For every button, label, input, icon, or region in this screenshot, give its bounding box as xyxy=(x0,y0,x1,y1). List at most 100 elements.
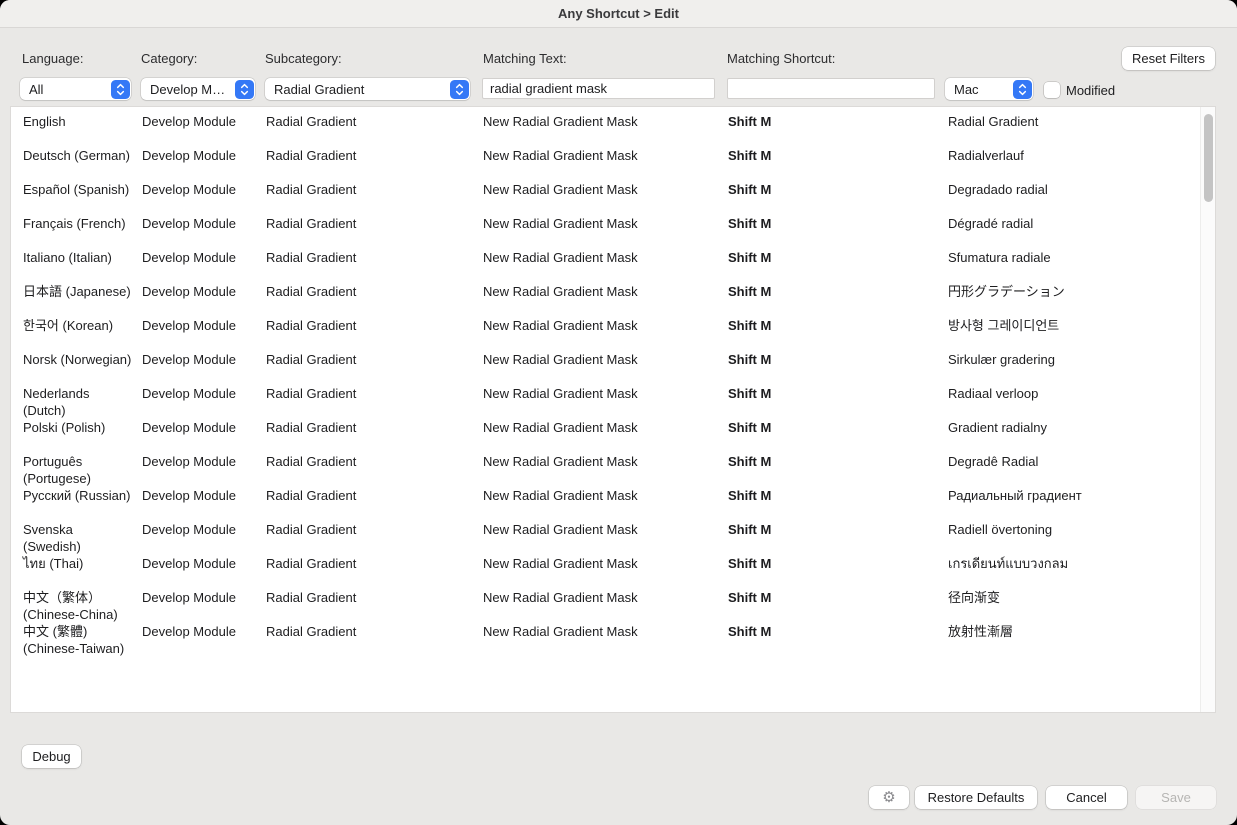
platform-select[interactable]: Mac xyxy=(945,78,1033,100)
table-row[interactable]: Italiano (Italian) Develop Module Radial… xyxy=(11,243,1215,277)
cell-category: Develop Module xyxy=(142,488,236,503)
stepper-icon xyxy=(234,79,254,99)
cell-shortcut: Shift M xyxy=(728,148,772,163)
cell-language: ไทย (Thai) xyxy=(23,556,84,571)
cell-shortcut: Shift M xyxy=(728,454,772,469)
table-row[interactable]: ไทย (Thai) Develop Module Radial Gradien… xyxy=(11,549,1215,583)
table-row[interactable]: 한국어 (Korean) Develop Module Radial Gradi… xyxy=(11,311,1215,345)
table-row[interactable]: Русский (Russian) Develop Module Radial … xyxy=(11,481,1215,515)
cell-language: 한국어 (Korean) xyxy=(23,318,114,333)
cell-translated-name: Radiell övertoning xyxy=(948,522,1053,537)
cell-translated-name: 円形グラデーション xyxy=(948,284,1065,299)
cell-category: Develop Module xyxy=(142,182,236,197)
cell-language: 中文 (繁體) (Chinese-Taiwan) xyxy=(23,624,125,656)
cell-translated-name: Gradient radialny xyxy=(948,420,1047,435)
cell-language: Italiano (Italian) xyxy=(23,250,112,265)
category-select[interactable]: Develop Module xyxy=(141,78,255,100)
cell-subcategory: Radial Gradient xyxy=(266,250,357,265)
cell-category: Develop Module xyxy=(142,420,236,435)
shortcut-editor-dialog: Any Shortcut > Edit Language: Category: … xyxy=(0,0,1237,825)
language-label: Language: xyxy=(22,51,84,66)
cell-subcategory: Radial Gradient xyxy=(266,148,357,163)
cell-translated-name: Degradê Radial xyxy=(948,454,1039,469)
settings-button[interactable]: ⚙ xyxy=(869,786,909,809)
cell-language: 中文（繁体） (Chinese-China) xyxy=(23,590,118,622)
cell-translated-name: Sirkulær gradering xyxy=(948,352,1055,367)
cell-matching-text: New Radial Gradient Mask xyxy=(483,114,638,129)
cell-language: 日本語 (Japanese) xyxy=(23,284,131,299)
table-row[interactable]: Français (French) Develop Module Radial … xyxy=(11,209,1215,243)
cell-translated-name: Radiaal verloop xyxy=(948,386,1039,401)
cell-category: Develop Module xyxy=(142,556,236,571)
cell-shortcut: Shift M xyxy=(728,590,772,605)
matching-text-input[interactable] xyxy=(482,78,715,99)
cell-shortcut: Shift M xyxy=(728,216,772,231)
cell-language: English xyxy=(23,114,66,129)
table-row[interactable]: 中文（繁体） (Chinese-China) Develop Module Ra… xyxy=(11,583,1215,622)
cell-translated-name: Radialverlauf xyxy=(948,148,1024,163)
cell-subcategory: Radial Gradient xyxy=(266,590,357,605)
cell-matching-text: New Radial Gradient Mask xyxy=(483,148,638,163)
cell-shortcut: Shift M xyxy=(728,284,772,299)
cell-shortcut: Shift M xyxy=(728,182,772,197)
cell-subcategory: Radial Gradient xyxy=(266,420,357,435)
cell-translated-name: Sfumatura radiale xyxy=(948,250,1051,265)
cell-category: Develop Module xyxy=(142,522,236,537)
cell-subcategory: Radial Gradient xyxy=(266,386,357,401)
cell-subcategory: Radial Gradient xyxy=(266,556,357,571)
cell-subcategory: Radial Gradient xyxy=(266,488,357,503)
table-row[interactable]: Nederlands (Dutch) Develop Module Radial… xyxy=(11,379,1215,418)
cell-translated-name: 放射性漸層 xyxy=(948,624,1014,639)
cell-shortcut: Shift M xyxy=(728,624,772,639)
cell-matching-text: New Radial Gradient Mask xyxy=(483,624,638,639)
cell-translated-name: 径向渐变 xyxy=(948,590,1001,605)
reset-filters-button[interactable]: Reset Filters xyxy=(1122,47,1215,70)
cell-subcategory: Radial Gradient xyxy=(266,454,357,469)
cell-language: Français (French) xyxy=(23,216,126,231)
vertical-scrollbar[interactable] xyxy=(1200,107,1215,712)
cell-category: Develop Module xyxy=(142,284,236,299)
stepper-icon xyxy=(449,79,469,99)
cell-shortcut: Shift M xyxy=(728,318,772,333)
debug-button[interactable]: Debug xyxy=(22,745,81,768)
cell-category: Develop Module xyxy=(142,318,236,333)
table-row[interactable]: Português (Portugese) Develop Module Rad… xyxy=(11,447,1215,486)
cell-language: Norsk (Norwegian) xyxy=(23,352,132,367)
cell-translated-name: เกรเดียนท์แบบวงกลม xyxy=(948,556,1069,571)
cell-matching-text: New Radial Gradient Mask xyxy=(483,556,638,571)
table-row[interactable]: Svenska (Swedish) Develop Module Radial … xyxy=(11,515,1215,554)
page-title: Any Shortcut > Edit xyxy=(558,6,679,21)
table-row[interactable]: 日本語 (Japanese) Develop Module Radial Gra… xyxy=(11,277,1215,311)
cell-translated-name: Degradado radial xyxy=(948,182,1048,197)
cell-translated-name: 방사형 그레이디언트 xyxy=(948,318,1060,333)
matching-shortcut-input[interactable] xyxy=(727,78,935,99)
cell-language: Polski (Polish) xyxy=(23,420,106,435)
cell-language: Deutsch (German) xyxy=(23,148,130,163)
stepper-icon xyxy=(110,79,130,99)
cell-subcategory: Radial Gradient xyxy=(266,318,357,333)
table-row[interactable]: English Develop Module Radial Gradient N… xyxy=(11,107,1215,141)
subcategory-label: Subcategory: xyxy=(265,51,342,66)
table-row[interactable]: Español (Spanish) Develop Module Radial … xyxy=(11,175,1215,209)
cell-subcategory: Radial Gradient xyxy=(266,284,357,299)
table-row[interactable]: Norsk (Norwegian) Develop Module Radial … xyxy=(11,345,1215,379)
cell-matching-text: New Radial Gradient Mask xyxy=(483,420,638,435)
matching-text-label: Matching Text: xyxy=(483,51,567,66)
restore-defaults-button[interactable]: Restore Defaults xyxy=(915,786,1037,809)
cell-language: Nederlands (Dutch) xyxy=(23,386,90,418)
scrollbar-thumb[interactable] xyxy=(1204,114,1213,202)
table-row[interactable]: 中文 (繁體) (Chinese-Taiwan) Develop Module … xyxy=(11,617,1215,656)
cell-language: Português (Portugese) xyxy=(23,454,91,486)
save-button[interactable]: Save xyxy=(1136,786,1216,809)
cancel-button[interactable]: Cancel xyxy=(1046,786,1127,809)
cell-subcategory: Radial Gradient xyxy=(266,216,357,231)
subcategory-select[interactable]: Radial Gradient xyxy=(265,78,470,100)
table-row[interactable]: Polski (Polish) Develop Module Radial Gr… xyxy=(11,413,1215,447)
cell-category: Develop Module xyxy=(142,250,236,265)
cell-matching-text: New Radial Gradient Mask xyxy=(483,250,638,265)
table-row[interactable]: Deutsch (German) Develop Module Radial G… xyxy=(11,141,1215,175)
cell-category: Develop Module xyxy=(142,454,236,469)
cell-shortcut: Shift M xyxy=(728,488,772,503)
modified-checkbox[interactable] xyxy=(1044,82,1060,98)
language-select[interactable]: All xyxy=(20,78,131,100)
